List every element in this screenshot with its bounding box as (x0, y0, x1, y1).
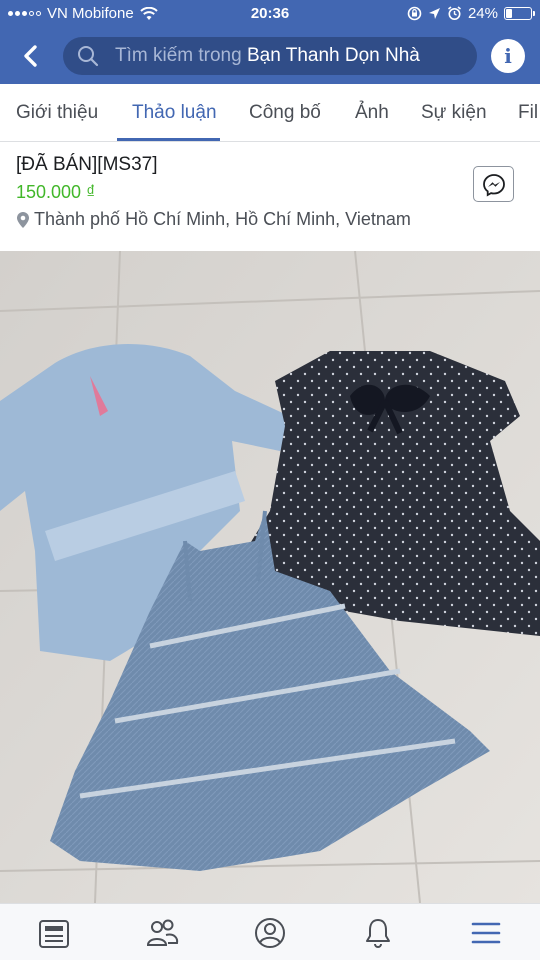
nav-notifications[interactable] (358, 913, 398, 953)
tab-announcements[interactable]: Công bố (249, 102, 321, 124)
tab-files[interactable]: Fil (518, 102, 538, 124)
active-tab-indicator (117, 138, 220, 141)
group-search-input[interactable]: Tìm kiếm trong Bạn Thanh Dọn Nhà (63, 37, 477, 75)
listing-photo[interactable] (0, 251, 540, 903)
location-arrow-icon (428, 8, 440, 19)
status-right: 24% (407, 5, 535, 22)
menu-icon (471, 922, 501, 944)
message-seller-button[interactable] (473, 166, 514, 202)
nav-groups[interactable] (142, 913, 182, 953)
profile-icon (255, 918, 285, 948)
back-button[interactable] (14, 39, 48, 73)
battery-level (506, 9, 512, 18)
listing-price: 150.000 ₫ (16, 182, 96, 202)
group-name: Bạn Thanh Dọn Nhà (246, 45, 420, 66)
listing-header: [ĐÃ BÁN][MS37] 150.000 ₫ Thành phố Hồ Ch… (0, 142, 540, 252)
battery-percent: 24% (467, 5, 498, 22)
info-button[interactable]: i (491, 39, 525, 73)
alarm-icon (447, 6, 461, 20)
notifications-icon (366, 919, 390, 948)
search-placeholder: Tìm kiếm trong Bạn Thanh Dọn Nhà (115, 45, 420, 67)
status-bar: VN Mobifone 20:36 24% (0, 0, 540, 28)
search-prefix: Tìm kiếm trong (115, 45, 247, 66)
info-icon: i (504, 44, 512, 68)
search-icon (78, 46, 99, 67)
bottom-navigation (0, 903, 540, 960)
battery-icon (504, 7, 535, 20)
group-tabs: Giới thiệu Thảo luận Công bố Ảnh Sự kiện… (0, 84, 540, 142)
groups-icon (146, 919, 179, 946)
tab-about[interactable]: Giới thiệu (16, 102, 98, 124)
location-pin-icon (17, 211, 29, 228)
top-bar: VN Mobifone 20:36 24% Tìm kiếm trong Bạn… (0, 0, 540, 84)
tab-photos[interactable]: Ảnh (355, 102, 389, 124)
dresses-photo (0, 251, 540, 903)
location-text: Thành phố Hồ Chí Minh, Hồ Chí Minh, Viet… (34, 209, 411, 229)
rotation-lock-icon (407, 6, 422, 21)
tab-discussion[interactable]: Thảo luận (132, 102, 217, 124)
tab-events[interactable]: Sự kiện (421, 102, 487, 124)
nav-profile[interactable] (250, 913, 290, 953)
news-feed-icon (39, 920, 69, 948)
listing-location: Thành phố Hồ Chí Minh, Hồ Chí Minh, Viet… (16, 209, 411, 230)
search-row: Tìm kiếm trong Bạn Thanh Dọn Nhà i (0, 30, 540, 80)
nav-menu[interactable] (466, 913, 506, 953)
nav-news-feed[interactable] (34, 913, 74, 953)
listing-title: [ĐÃ BÁN][MS37] (16, 154, 158, 175)
messenger-icon (483, 174, 505, 197)
chevron-left-icon (24, 45, 37, 67)
